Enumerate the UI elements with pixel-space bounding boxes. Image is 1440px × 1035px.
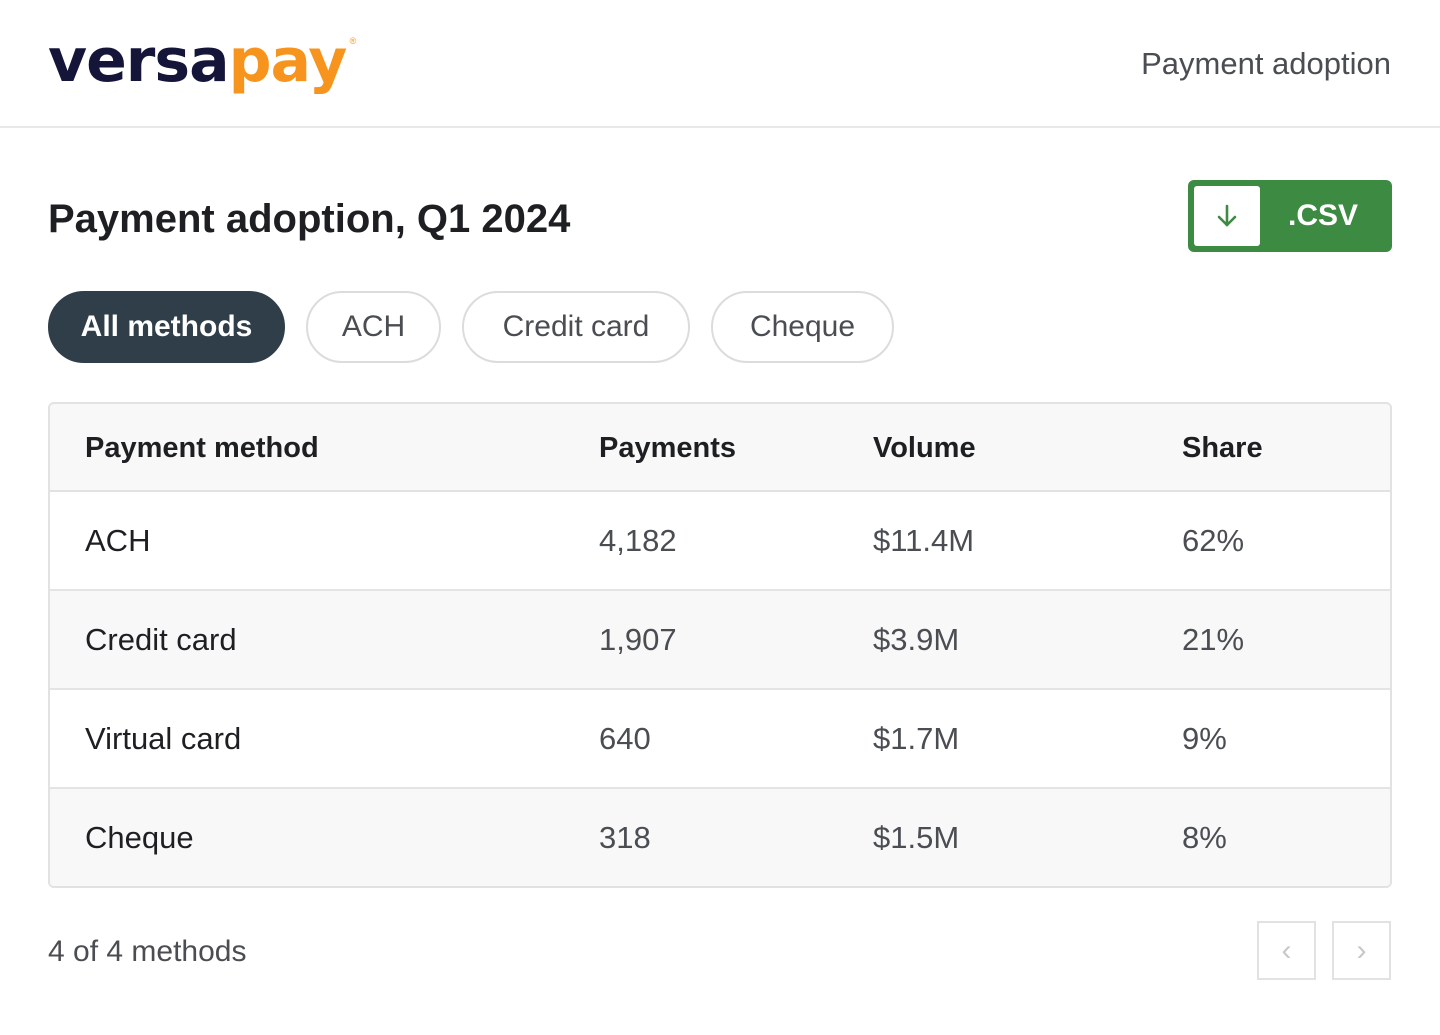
cell-volume: $3.9M	[873, 622, 960, 657]
cell-share: 21%	[1182, 622, 1245, 657]
column-header-payments[interactable]: Payments	[599, 404, 736, 492]
table-row[interactable]: Cheque 318 $1.5M 8%	[50, 789, 1390, 886]
chevron-left-icon: ‹	[1281, 934, 1292, 967]
cell-volume: $11.4M	[873, 523, 975, 558]
cell-method: Cheque	[85, 820, 194, 855]
cell-share: 62%	[1182, 523, 1245, 558]
table-row[interactable]: Virtual card 640 $1.7M 9%	[50, 690, 1390, 789]
cell-payments: 318	[599, 820, 651, 855]
results-count: 4 of 4 methods	[48, 935, 247, 968]
cell-method: Credit card	[85, 622, 237, 657]
column-header-volume[interactable]: Volume	[873, 404, 976, 492]
header-title: Payment adoption	[1141, 46, 1391, 81]
payment-adoption-card: versapay ® Payment adoption Payment adop…	[0, 0, 1440, 1035]
registered-mark: ®	[349, 36, 357, 46]
filter-cheque[interactable]: Cheque	[711, 291, 894, 363]
column-header-share[interactable]: Share	[1182, 404, 1263, 492]
export-csv-button[interactable]: .CSV	[1188, 180, 1392, 252]
app-header: versapay ® Payment adoption	[0, 0, 1440, 128]
cell-volume: $1.7M	[873, 721, 960, 756]
cell-volume: $1.5M	[873, 820, 960, 855]
versapay-logo: versapay ®	[48, 22, 356, 100]
table-row[interactable]: ACH 4,182 $11.4M 62%	[50, 492, 1390, 591]
download-arrow-icon	[1194, 186, 1260, 246]
payment-methods-table: Payment method Payments Volume Share ACH…	[48, 402, 1392, 888]
export-csv-label: .CSV	[1288, 199, 1359, 232]
next-page-button[interactable]: ›	[1332, 921, 1391, 980]
column-header-method[interactable]: Payment method	[85, 404, 319, 492]
cell-share: 8%	[1182, 820, 1227, 855]
cell-method: Virtual card	[85, 721, 242, 756]
logo-versa-text: versa	[48, 26, 230, 96]
filter-ach[interactable]: ACH	[306, 291, 441, 363]
cell-payments: 640	[599, 721, 651, 756]
filter-all-methods[interactable]: All methods	[48, 291, 285, 363]
page-title: Payment adoption, Q1 2024	[48, 197, 571, 241]
previous-page-button[interactable]: ‹	[1257, 921, 1316, 980]
logo-pay-text: pay	[228, 26, 348, 96]
table-row[interactable]: Credit card 1,907 $3.9M 21%	[50, 591, 1390, 690]
cell-payments: 4,182	[599, 523, 677, 558]
table-header-row: Payment method Payments Volume Share	[50, 404, 1390, 492]
filter-credit-card[interactable]: Credit card	[462, 291, 690, 363]
cell-payments: 1,907	[599, 622, 677, 657]
cell-method: ACH	[85, 523, 151, 558]
chevron-right-icon: ›	[1356, 934, 1367, 967]
cell-share: 9%	[1182, 721, 1227, 756]
